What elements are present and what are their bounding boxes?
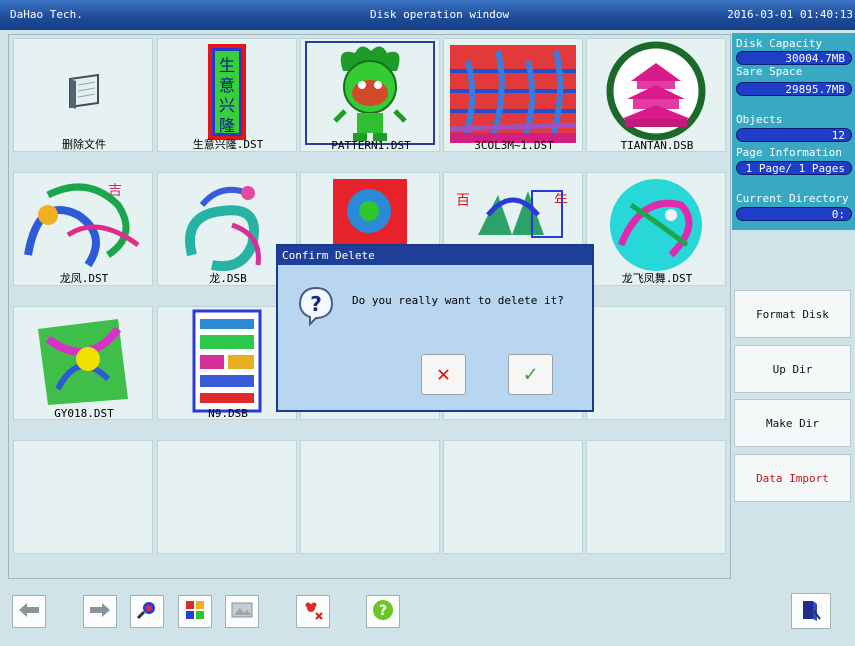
search-pattern-icon: [136, 600, 158, 623]
file-item-0[interactable]: 删除文件: [13, 38, 153, 152]
file-name: 3COL3M~1.DST: [474, 139, 554, 152]
embroidery-thumbnail: 生 意 兴 隆: [162, 41, 292, 145]
embroidery-thumbnail: 吉: [18, 175, 148, 279]
empty-cell: [586, 306, 726, 420]
confirm-button[interactable]: ✓: [508, 354, 553, 395]
embroidery-thumbnail: [305, 41, 435, 145]
help-icon: ?: [372, 599, 394, 624]
file-name: 删除文件: [62, 138, 106, 151]
exit-door-icon: [800, 599, 822, 624]
arrow-right-icon: [89, 602, 111, 621]
help-button[interactable]: ?: [366, 595, 400, 628]
empty-cell: [586, 440, 726, 554]
svg-text:生: 生: [219, 56, 235, 75]
data-import-button[interactable]: Data Import: [734, 454, 851, 502]
empty-cell: [300, 440, 440, 554]
svg-text:?: ?: [379, 603, 387, 619]
embroidery-thumbnail: [448, 41, 578, 145]
question-icon: ?: [298, 286, 334, 329]
svg-text:百: 百: [456, 193, 470, 209]
arrow-left-icon: [18, 602, 40, 621]
file-item-10[interactable]: GY018.DST: [13, 306, 153, 420]
embroidery-thumbnail: [591, 175, 721, 279]
svg-text:意: 意: [219, 76, 235, 95]
spare-space-value: 29895.7MB: [736, 82, 852, 96]
svg-text:隆: 隆: [219, 116, 235, 135]
file-item-3[interactable]: 3COL3M~1.DST: [443, 38, 583, 152]
file-item-9[interactable]: 龙飞凤舞.DST: [586, 172, 726, 286]
file-name: TIANTAN.DSB: [620, 139, 694, 152]
objects-value: 12: [736, 128, 852, 142]
image-icon: [231, 602, 253, 621]
vendor-name: DaHao Tech.: [10, 8, 83, 21]
file-name: 龙凤.DST: [59, 272, 109, 285]
delete-pattern-icon: [302, 599, 324, 624]
file-name: GY018.DST: [54, 407, 114, 420]
current-directory-label: Current Directory: [736, 192, 849, 205]
file-item-4[interactable]: TIANTAN.DSB: [586, 38, 726, 152]
page-info-value: 1 Page/ 1 Pages: [736, 161, 852, 175]
file-item-2[interactable]: PATTERN1.DST: [300, 38, 440, 152]
empty-cell: [157, 440, 297, 554]
file-name: 生意兴隆.DST: [192, 138, 264, 151]
title-bar: DaHao Tech. Disk operation window 2016-0…: [0, 0, 855, 30]
page-info-label: Page Information: [736, 146, 842, 159]
file-item-1[interactable]: 生 意 兴 隆 生意兴隆.DST: [157, 38, 297, 152]
embroidery-thumbnail: [162, 309, 292, 413]
file-info-icon: [184, 599, 206, 624]
dialog-message: Do you really want to delete it?: [352, 294, 564, 307]
svg-text:吉: 吉: [108, 183, 122, 199]
prev-page-button[interactable]: [12, 595, 46, 628]
disk-info-panel: Disk Capacity 30004.7MB Sare Space 29895…: [732, 33, 855, 230]
confirm-delete-dialog: Confirm Delete ? Do you really want to d…: [276, 244, 594, 412]
disk-capacity-value: 30004.7MB: [736, 51, 852, 65]
file-name: 龙飞凤舞.DST: [621, 272, 693, 285]
format-disk-button[interactable]: Format Disk: [734, 290, 851, 338]
spare-space-label: Sare Space: [736, 65, 803, 78]
search-pattern-button[interactable]: [130, 595, 164, 628]
embroidery-thumbnail: [591, 41, 721, 145]
up-dir-button[interactable]: Up Dir: [734, 345, 851, 393]
next-page-button[interactable]: [83, 595, 117, 628]
delete-pattern-button[interactable]: [296, 595, 330, 628]
exit-button[interactable]: [791, 593, 831, 629]
empty-cell: [13, 440, 153, 554]
checkmark-icon: ✓: [523, 362, 538, 387]
dialog-title: Confirm Delete: [278, 246, 592, 265]
file-name: PATTERN1.DST: [331, 139, 411, 152]
disk-capacity-label: Disk Capacity: [736, 37, 823, 50]
file-info-button[interactable]: [178, 595, 212, 628]
delete-file-icon: [18, 41, 148, 145]
svg-text:兴: 兴: [219, 96, 235, 115]
empty-cell: [443, 440, 583, 554]
cancel-icon: ✕: [436, 362, 451, 387]
question-glyph: ?: [310, 292, 322, 316]
image-button[interactable]: [225, 595, 259, 628]
bottom-toolbar: ?: [0, 585, 855, 646]
embroidery-thumbnail: [162, 175, 292, 279]
window-title: Disk operation window: [370, 8, 510, 21]
file-item-5[interactable]: 吉 龙凤.DST: [13, 172, 153, 286]
objects-label: Objects: [736, 113, 783, 126]
datetime: 2016-03-01 01:40:13: [727, 8, 853, 21]
cancel-button[interactable]: ✕: [421, 354, 466, 395]
embroidery-thumbnail: [18, 309, 148, 413]
make-dir-button[interactable]: Make Dir: [734, 399, 851, 447]
current-directory-value: 0:: [736, 207, 852, 221]
